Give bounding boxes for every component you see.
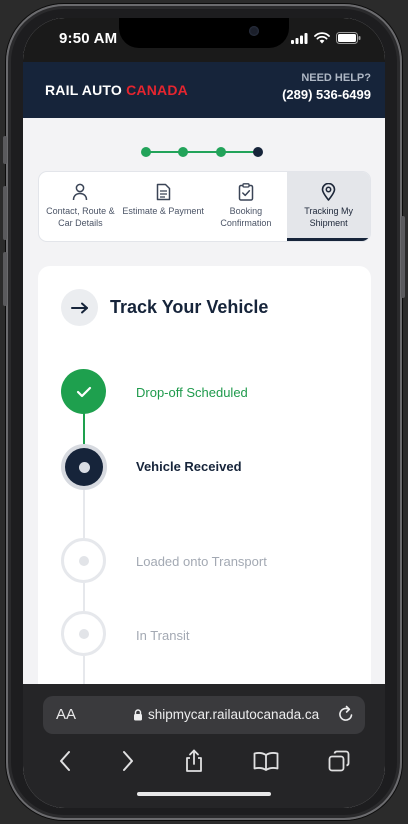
address-bar[interactable]: AA shipmycar.railautocanada.ca: [43, 696, 365, 734]
step-tab-contact[interactable]: Contact, Route & Car Details: [39, 172, 122, 241]
stage-dot-icon: [78, 555, 89, 566]
status-time: 9:50 AM: [59, 30, 118, 47]
stage-marker-vehicle-received: [65, 448, 103, 486]
checkmark-icon: [76, 386, 91, 397]
step-label-tracking: Tracking My Shipment: [304, 206, 353, 228]
clipboard-check-icon: [238, 183, 254, 201]
track-vehicle-card: Track Your Vehicle Drop-off Scheduled Ve…: [38, 266, 371, 726]
tracking-timeline: Drop-off Scheduled Vehicle Received Load…: [38, 266, 371, 726]
timeline-connector-3: [83, 583, 85, 611]
logo-text-rail-auto: RAIL AUTO: [45, 82, 122, 98]
browser-bottom-bar: AA shipmycar.railautocanada.ca: [23, 684, 385, 808]
notch: [119, 18, 289, 48]
share-icon[interactable]: [184, 749, 204, 773]
back-chevron-icon[interactable]: [58, 750, 72, 772]
person-icon: [73, 183, 88, 201]
progress-dot-2: [178, 147, 188, 157]
stage-dot-icon: [78, 628, 89, 639]
timeline-connector-1: [83, 411, 85, 449]
lock-icon: [134, 708, 142, 720]
logo-text-canada: CANADA: [126, 82, 188, 98]
stage-label-in-transit: In Transit: [136, 628, 190, 643]
help-contact: NEED HELP? (289) 536-6499: [282, 72, 371, 102]
step-progress-indicator: [141, 146, 263, 158]
step-label-estimate: Estimate & Payment: [122, 206, 204, 216]
timeline-connector-2: [83, 486, 85, 538]
progress-dot-4: [253, 147, 263, 157]
wifi-icon: [314, 32, 330, 44]
url-display[interactable]: shipmycar.railautocanada.ca: [133, 707, 319, 722]
stage-marker-in-transit: [61, 611, 106, 656]
stage-marker-drop-off: [61, 369, 106, 414]
location-pin-icon: [321, 183, 336, 201]
step-tab-booking[interactable]: Booking Confirmation: [205, 172, 288, 241]
forward-chevron-icon[interactable]: [121, 750, 135, 772]
step-tab-estimate[interactable]: Estimate & Payment: [122, 172, 205, 241]
stage-label-vehicle-received: Vehicle Received: [136, 459, 242, 474]
step-tab-tracking[interactable]: Tracking My Shipment: [287, 172, 370, 241]
step-label-contact: Contact, Route & Car Details: [46, 206, 115, 228]
battery-icon: [336, 32, 361, 44]
volume-up-button: [3, 186, 7, 240]
stage-marker-loaded: [61, 538, 106, 583]
site-header: RAIL AUTO CANADA NEED HELP? (289) 536-64…: [23, 62, 385, 118]
help-label: NEED HELP?: [301, 72, 371, 84]
mute-switch: [3, 136, 7, 164]
reload-icon[interactable]: [337, 705, 355, 724]
stage-dot-icon: [78, 461, 90, 473]
camera-icon: [249, 26, 259, 36]
stage-label-loaded: Loaded onto Transport: [136, 554, 267, 569]
power-button: [401, 216, 405, 298]
brand-logo[interactable]: RAIL AUTO CANADA: [45, 82, 188, 98]
stage-label-drop-off: Drop-off Scheduled: [136, 385, 248, 400]
progress-dot-3: [216, 147, 226, 157]
url-text: shipmycar.railautocanada.ca: [148, 707, 320, 722]
browser-toolbar: [23, 746, 385, 776]
volume-down-button: [3, 252, 7, 306]
cellular-signal-icon: [291, 32, 308, 44]
progress-dot-1: [141, 147, 151, 157]
bookmarks-icon[interactable]: [253, 751, 279, 771]
status-icons: [291, 32, 361, 44]
step-label-booking: Booking Confirmation: [220, 206, 272, 228]
status-bar: 9:50 AM: [23, 18, 385, 62]
step-tabs: Contact, Route & Car Details Estimate & …: [38, 171, 371, 242]
screen: 9:50 AM RAIL AUTO CANADA NEED HELP? (289…: [23, 18, 385, 808]
document-icon: [156, 183, 170, 201]
text-size-button[interactable]: AA: [56, 706, 76, 723]
help-phone-link[interactable]: (289) 536-6499: [282, 87, 371, 102]
tabs-icon[interactable]: [328, 750, 350, 772]
home-indicator[interactable]: [137, 792, 271, 796]
progress-line: [146, 151, 258, 153]
